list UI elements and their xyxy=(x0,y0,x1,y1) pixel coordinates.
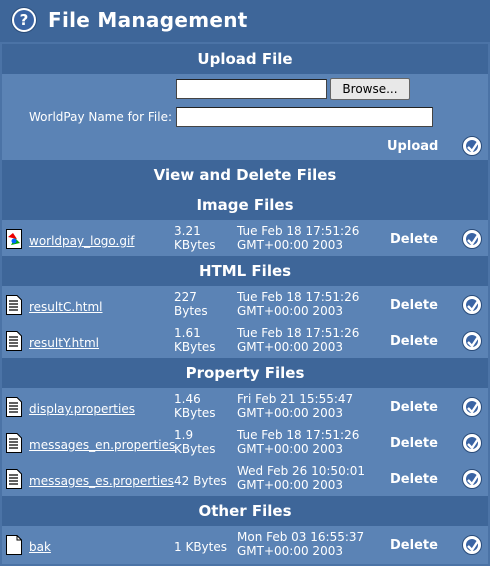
file-size-unit: Bytes xyxy=(174,304,208,318)
text-file-icon xyxy=(6,469,22,489)
file-row: bak 1 KBytes Mon Feb 03 16:55:37 GMT+00:0… xyxy=(2,528,488,564)
text-file-icon xyxy=(6,295,22,315)
delete-button[interactable]: Delete xyxy=(390,298,438,313)
file-size-unit: KBytes xyxy=(174,238,216,252)
file-size-value: 227 xyxy=(174,290,197,304)
file-size-value: 1.9 xyxy=(174,428,194,442)
group-header-image-files: Image Files xyxy=(2,190,488,220)
file-date-line2: GMT+00:00 2003 xyxy=(237,238,343,252)
file-row: resultY.html 1.61 KBytes Tue Feb 18 17:51… xyxy=(2,324,488,360)
file-date-line1: Tue Feb 18 17:51:26 xyxy=(237,290,360,304)
file-name-link[interactable]: display.properties xyxy=(29,402,135,416)
help-icon[interactable]: ? xyxy=(11,7,37,33)
file-size-value: 1 KBytes xyxy=(174,540,227,554)
upload-button-label[interactable]: Upload xyxy=(387,139,438,154)
file-date-line2: GMT+00:00 2003 xyxy=(237,544,343,558)
blank-file-icon xyxy=(6,535,22,555)
file-size-unit: KBytes xyxy=(174,340,216,354)
delete-button[interactable]: Delete xyxy=(390,538,438,553)
file-name-link[interactable]: resultC.html xyxy=(29,300,102,314)
delete-check-icon[interactable] xyxy=(462,433,482,453)
worldpay-name-input[interactable] xyxy=(176,107,433,127)
group-header-html-files: HTML Files xyxy=(2,256,488,286)
file-management-panel: Upload File Browse... WorldPay Name for … xyxy=(2,44,488,564)
group-header-property-files: Property Files xyxy=(2,358,488,388)
file-date-line1: Tue Feb 18 17:51:26 xyxy=(237,428,360,442)
file-date-line2: GMT+00:00 2003 xyxy=(237,340,343,354)
text-file-icon xyxy=(6,433,22,453)
file-name-link[interactable]: messages_en.properties xyxy=(29,438,175,452)
file-date-line1: Tue Feb 18 17:51:26 xyxy=(237,326,360,340)
delete-check-icon[interactable] xyxy=(462,535,482,555)
file-size-value: 42 Bytes xyxy=(174,474,227,488)
file-name-link[interactable]: resultY.html xyxy=(29,336,99,350)
image-file-icon xyxy=(6,229,22,249)
delete-check-icon[interactable] xyxy=(462,331,482,351)
delete-button[interactable]: Delete xyxy=(390,334,438,349)
file-path-input[interactable] xyxy=(176,79,327,99)
text-file-icon xyxy=(6,397,22,417)
file-name-link[interactable]: worldpay_logo.gif xyxy=(29,234,135,248)
file-size-unit: KBytes xyxy=(174,442,216,456)
file-name-link[interactable]: bak xyxy=(29,540,51,554)
file-size-value: 3.21 xyxy=(174,224,201,238)
delete-button[interactable]: Delete xyxy=(390,436,438,451)
page-title: File Management xyxy=(48,8,248,32)
file-date-line1: Fri Feb 21 15:55:47 xyxy=(237,392,354,406)
file-date-line1: Wed Feb 26 10:50:01 xyxy=(237,464,366,478)
file-row: display.properties 1.46 KBytes Fri Feb 21… xyxy=(2,390,488,426)
delete-button[interactable]: Delete xyxy=(390,472,438,487)
file-row: worldpay_logo.gif 3.21 KBytes Tue Feb 18 … xyxy=(2,222,488,258)
file-row: messages_es.properties 42 Bytes Wed Feb … xyxy=(2,462,488,498)
file-date-line1: Mon Feb 03 16:55:37 xyxy=(237,530,365,544)
delete-check-icon[interactable] xyxy=(462,397,482,417)
page-header: ? File Management xyxy=(0,0,490,42)
group-header-other-files: Other Files xyxy=(2,496,488,526)
browse-button[interactable]: Browse... xyxy=(330,78,410,100)
worldpay-name-label: WorldPay Name for File: xyxy=(29,110,173,124)
file-size-unit: KBytes xyxy=(174,406,216,420)
upload-check-icon[interactable] xyxy=(462,136,482,156)
delete-check-icon[interactable] xyxy=(462,295,482,315)
delete-button[interactable]: Delete xyxy=(390,232,438,247)
text-file-icon xyxy=(6,331,22,351)
file-name-link[interactable]: messages_es.properties xyxy=(29,474,174,488)
file-date-line2: GMT+00:00 2003 xyxy=(237,406,343,420)
file-row: messages_en.properties 1.9 KBytes Tue Feb… xyxy=(2,426,488,462)
file-date-line2: GMT+00:00 2003 xyxy=(237,304,343,318)
view-delete-section-header: View and Delete Files xyxy=(2,160,488,190)
file-date-line1: Tue Feb 18 17:51:26 xyxy=(237,224,360,238)
file-size-value: 1.61 xyxy=(174,326,201,340)
upload-section-header: Upload File xyxy=(2,44,488,74)
delete-check-icon[interactable] xyxy=(462,469,482,489)
delete-check-icon[interactable] xyxy=(462,229,482,249)
file-date-line2: GMT+00:00 2003 xyxy=(237,442,343,456)
file-date-line2: GMT+00:00 2003 xyxy=(237,478,343,492)
file-size-value: 1.46 xyxy=(174,392,201,406)
file-row: resultC.html 227 Bytes Tue Feb 18 17:51:2… xyxy=(2,288,488,324)
delete-button[interactable]: Delete xyxy=(390,400,438,415)
